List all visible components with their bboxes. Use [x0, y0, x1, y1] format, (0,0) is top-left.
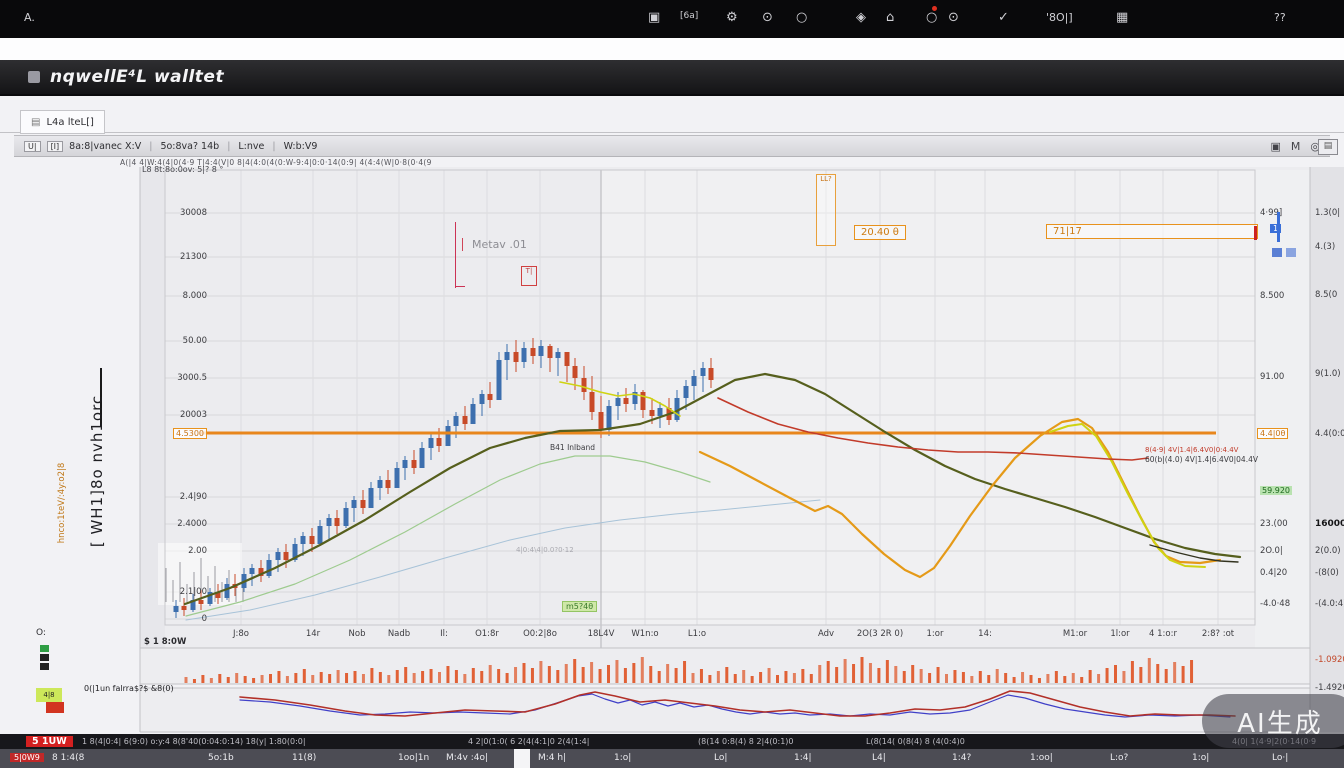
bottom-taskbar: 5|0W9 8 1:4(8 5o:1b 11(8) 1oo|1n M:4v :4o| M:… — [0, 749, 1344, 768]
notification-icon[interactable]: ○ — [926, 11, 937, 24]
status-bar: 5 1UW 1 8(4|0:4| 6(9:0) o:y:4 8(8'40(0:0… — [0, 734, 1344, 749]
toolbar-item[interactable]: U| — [24, 141, 41, 152]
check-icon[interactable]: ✓ — [998, 11, 1009, 24]
shield-icon[interactable]: ▣ — [648, 11, 660, 24]
os-menubar: A. ▣ [6a] ⚙ ⊙ ○ ◈ ⌂ ○ ⊙ ✓ '8O|] ▦?? — [0, 0, 1344, 38]
statusbar-text: 4 2|0(1:0( 6 2(4(4:1|0 2(4(1:4| — [468, 737, 589, 746]
panel-icon[interactable]: ▣ — [1270, 140, 1280, 153]
app-logo-icon — [28, 71, 40, 83]
statusbar-text: L(8(14( 0(8(4) 8 (4(0:4)0 — [866, 737, 965, 746]
taskbar-item[interactable]: M:4 h| — [538, 753, 566, 763]
taskbar-item[interactable]: 5o:1b — [208, 753, 234, 763]
grid-icon[interactable]: ▦ — [1116, 11, 1128, 24]
taskbar-item[interactable]: L:o? — [1110, 753, 1128, 763]
toolbar-right-group: ▣M◎ — [1270, 140, 1320, 153]
circle-icon[interactable]: ○ — [796, 11, 807, 24]
toolbar-corner-button[interactable]: ▤ — [1318, 139, 1338, 155]
taskbar-item[interactable]: 1:4| — [794, 753, 812, 763]
statusbar-text: 1 8(4|0:4| 6(9:0) o:y:4 8(8'40(0:04:0:14… — [82, 737, 306, 746]
taskbar-item[interactable]: 1oo|1n — [398, 753, 429, 763]
toolbar-item[interactable]: 5o:8va? 14b — [141, 141, 219, 152]
taskbar-item[interactable]: Lo·| — [1272, 753, 1288, 763]
toolbar-item[interactable]: W:b:V9 — [264, 141, 317, 152]
gear-icon[interactable]: ⚙ — [726, 11, 738, 24]
home-icon[interactable]: ⌂ — [886, 11, 894, 24]
record-icon[interactable]: ⊙ — [948, 11, 959, 24]
volume-scale-label: $ 1 8:0W — [144, 637, 186, 647]
taskbar-item[interactable]: 1:oo| — [1030, 753, 1053, 763]
app-title: nqwellE⁴L walltet — [50, 67, 224, 87]
taskbar-item[interactable]: 1:o| — [1192, 753, 1209, 763]
taskbar-item[interactable]: 8 1:4(8 — [52, 753, 84, 763]
chart-canvas[interactable] — [0, 0, 1344, 768]
taskbar-item[interactable]: 1:o| — [614, 753, 631, 763]
margin-rotated-note: [ WH1]8o nvh1orc — [88, 376, 106, 566]
toolbar-item[interactable]: [I] — [47, 141, 64, 152]
app-header: nqwellE⁴L walltet — [0, 60, 1344, 96]
taskbar-item[interactable]: Lo| — [714, 753, 727, 763]
taskbar-item[interactable]: 11(8) — [292, 753, 316, 763]
toolbar-item[interactable]: L:nve — [219, 141, 264, 152]
chart-toolbar: U| [I] 8a:8|vanec X:V5o:8va? 14bL:nveW:b:V… — [14, 135, 1330, 157]
margin-o-label: O: — [36, 628, 46, 638]
notification-dot — [932, 6, 937, 11]
status-badge[interactable]: 5 1UW — [26, 736, 73, 747]
menu-logo[interactable]: A. — [24, 11, 35, 24]
taskbar-item[interactable]: 1:4? — [952, 753, 971, 763]
margin-rotated-note-orange: hnco:1teV/:4y:o2|8 — [57, 413, 67, 593]
menubar-clock[interactable]: ?? — [1274, 11, 1286, 24]
taskbar-item[interactable]: L4| — [872, 753, 886, 763]
badge-label[interactable]: [6a] — [680, 11, 698, 21]
taskbar-red-chip[interactable]: 5|0W9 — [10, 753, 44, 762]
chart-tab[interactable]: ▤ L4a lteL[] — [20, 110, 105, 134]
indicator-title-label: 0(|1un falrra$?$ &8(0) — [84, 684, 174, 693]
marker-label[interactable]: M — [1291, 140, 1301, 153]
target-icon[interactable]: ⊙ — [762, 11, 773, 24]
tab-row-divider — [0, 132, 1344, 133]
statusbar-text: (8(14 0:8(4) 8 2|4(0:1)0 — [698, 737, 794, 746]
toolbar-left-group: U| [I] 8a:8|vanec X:V5o:8va? 14bL:nveW:b:V… — [24, 141, 317, 152]
chart-tab-label: L4a lteL[] — [46, 117, 93, 128]
menubar-status-text[interactable]: '8O|] — [1046, 11, 1073, 24]
toolbar-item[interactable]: 8a:8|vanec X:V — [69, 141, 141, 152]
taskbar-item[interactable]: M:4v :4o| — [446, 753, 488, 763]
taskbar-divider — [514, 749, 530, 768]
diamond-icon[interactable]: ◈ — [856, 11, 866, 24]
ai-watermark: AI生成 — [1202, 694, 1344, 748]
chart-symbol-header: L8 8t:8o:0ov: 5|? 8 ° — [142, 165, 223, 174]
folder-icon: ▤ — [31, 117, 40, 128]
